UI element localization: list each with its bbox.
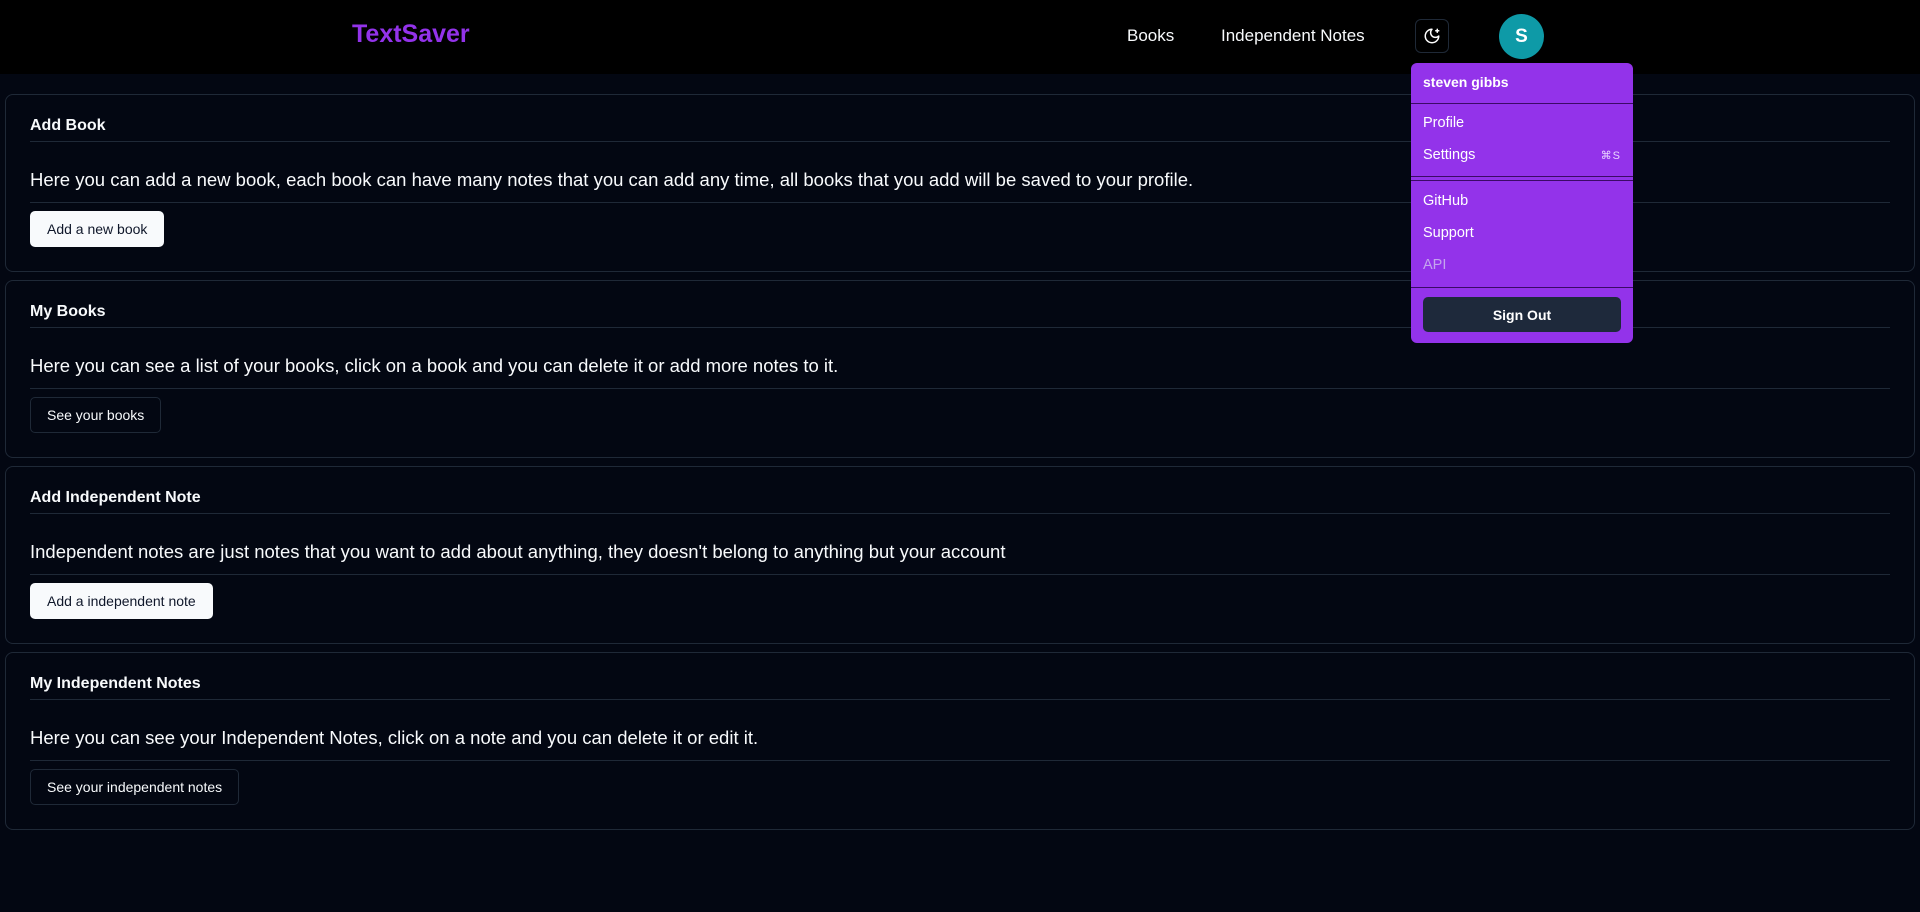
card-add-independent-note: Add Independent Note Independent notes a…: [5, 466, 1915, 644]
card-title: Add Independent Note: [30, 489, 201, 506]
theme-toggle-button[interactable]: [1415, 19, 1449, 53]
divider: [30, 760, 1890, 761]
divider: [30, 699, 1890, 700]
menu-item-api-disabled: API: [1423, 257, 1447, 273]
divider: [1411, 176, 1633, 177]
menu-item-support[interactable]: Support: [1423, 225, 1621, 241]
add-new-book-button[interactable]: Add a new book: [30, 211, 165, 247]
menu-item-profile[interactable]: Profile: [1423, 115, 1621, 131]
card-my-independent-notes: My Independent Notes Here you can see yo…: [5, 652, 1915, 830]
user-avatar-button[interactable]: S: [1499, 14, 1544, 59]
keyboard-shortcut: ⌘S: [1600, 150, 1621, 162]
card-description: Independent notes are just notes that yo…: [30, 541, 1006, 562]
divider: [1411, 103, 1633, 104]
moon-sparkle-icon: [1424, 28, 1440, 44]
navbar: TextSaver Books Independent Notes S: [0, 0, 1920, 74]
nav-link-independent-notes[interactable]: Independent Notes: [1221, 26, 1365, 46]
menu-item-github[interactable]: GitHub: [1423, 193, 1621, 209]
menu-item-label: Settings: [1423, 147, 1476, 163]
divider: [1411, 180, 1633, 181]
user-dropdown-menu: steven gibbs Profile Settings ⌘S GitHub …: [1411, 63, 1633, 343]
brand-logo-link[interactable]: TextSaver: [352, 20, 470, 49]
see-your-books-button[interactable]: See your books: [30, 397, 162, 433]
dropdown-user-name: steven gibbs: [1423, 74, 1509, 90]
nav-link-books[interactable]: Books: [1127, 26, 1174, 46]
card-description: Here you can see your Independent Notes,…: [30, 727, 759, 748]
divider: [30, 574, 1890, 575]
sign-out-button[interactable]: Sign Out: [1423, 297, 1621, 332]
divider: [30, 388, 1890, 389]
add-independent-note-button[interactable]: Add a independent note: [30, 583, 213, 619]
card-title: Add Book: [30, 117, 106, 134]
see-independent-notes-button[interactable]: See your independent notes: [30, 769, 240, 805]
card-description: Here you can add a new book, each book c…: [30, 169, 1194, 190]
card-description: Here you can see a list of your books, c…: [30, 355, 839, 376]
divider: [30, 513, 1890, 514]
card-title: My Books: [30, 303, 106, 320]
menu-item-settings[interactable]: Settings ⌘S: [1423, 147, 1621, 163]
card-title: My Independent Notes: [30, 675, 201, 692]
divider: [1411, 287, 1633, 288]
